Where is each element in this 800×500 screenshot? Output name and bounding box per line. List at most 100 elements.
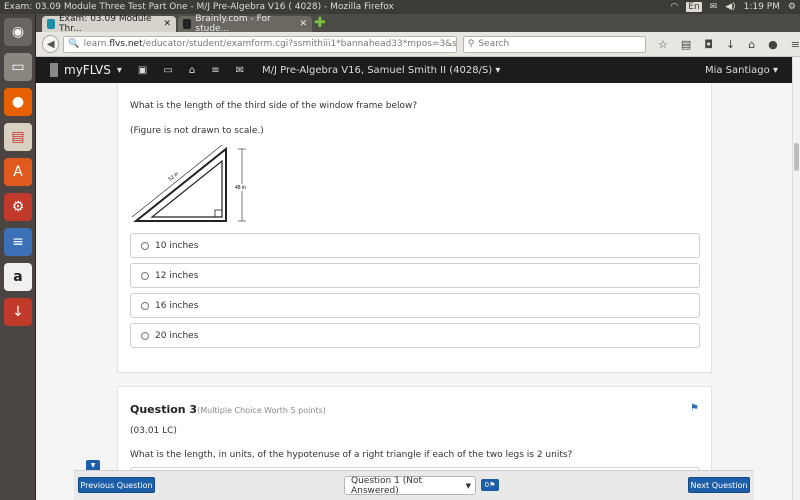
question-code: (03.01 LC) bbox=[130, 426, 177, 436]
radio-button[interactable] bbox=[141, 301, 149, 310]
url-path: /educator/student/examform.cgi?ssmithiii… bbox=[142, 39, 457, 49]
close-tab-icon[interactable]: ✕ bbox=[163, 19, 171, 29]
collapse-toggle-icon[interactable]: ▼ bbox=[86, 460, 100, 470]
question-select[interactable]: Question 1 (Not Answered) ▼ bbox=[344, 475, 476, 496]
back-button[interactable]: ◀ bbox=[42, 35, 60, 53]
course-title: M/J Pre-Algebra V16, Samuel Smith II (40… bbox=[261, 64, 493, 76]
next-question-button[interactable]: Next Question bbox=[688, 477, 750, 493]
close-tab-icon[interactable]: ✕ bbox=[299, 19, 307, 29]
search-placeholder: Search bbox=[478, 39, 510, 49]
mail-icon[interactable]: ✉ bbox=[236, 65, 244, 76]
question-navigation-bar: Previous Question Question 1 (Not Answer… bbox=[74, 470, 754, 500]
url-bar[interactable]: 🔍 learn. flvs.net/educator/student/examfo… bbox=[63, 35, 457, 53]
url-host: flvs.net bbox=[109, 39, 143, 49]
flagged-count-badge[interactable]: 0 ⚑ bbox=[481, 479, 499, 491]
question-prompt: What is the length of the third side of … bbox=[130, 101, 418, 111]
question-select-value: Question 1 (Not Answered) bbox=[351, 475, 422, 496]
page-scrollbar[interactable] bbox=[792, 57, 800, 500]
settings-icon[interactable]: ⚙ bbox=[788, 2, 796, 12]
home-icon[interactable]: ⌂ bbox=[748, 38, 755, 51]
home-icon[interactable]: ⌂ bbox=[189, 65, 195, 76]
option-label: 10 inches bbox=[155, 240, 199, 251]
scrollbar-thumb[interactable] bbox=[794, 143, 799, 171]
question-card: What is the length of the third side of … bbox=[117, 83, 712, 373]
user-menu[interactable]: Mia Santiago ▾ bbox=[705, 65, 778, 76]
dash-icon[interactable]: ◉ bbox=[4, 18, 32, 46]
bookmark-star-icon[interactable]: ☆ bbox=[658, 38, 668, 51]
system-top-bar: Exam: 03.09 Module Three Test Part One -… bbox=[0, 0, 800, 14]
writer-icon[interactable]: ≡ bbox=[4, 228, 32, 256]
browser-tab-bar: Exam: 03.09 Module Thr... ✕ Brainly.com … bbox=[36, 14, 800, 34]
flag-icon: ⚑ bbox=[489, 481, 496, 489]
chevron-down-icon: ▼ bbox=[465, 481, 471, 490]
briefcase-icon[interactable]: ▣ bbox=[138, 65, 147, 76]
question-worth: (Multiple Choice Worth 5 points) bbox=[197, 406, 326, 415]
chevron-down-icon: ▾ bbox=[116, 64, 122, 76]
answer-option[interactable]: 16 inches bbox=[130, 293, 700, 318]
question-prompt: What is the length, in units, of the hyp… bbox=[130, 450, 573, 460]
flvs-logo-icon bbox=[50, 63, 58, 77]
exam-content: What is the length of the third side of … bbox=[36, 83, 792, 500]
amazon-icon[interactable]: a bbox=[4, 263, 32, 291]
tab-exam[interactable]: Exam: 03.09 Module Thr... ✕ bbox=[42, 14, 176, 34]
brainly-favicon-icon bbox=[183, 19, 192, 29]
pocket-icon[interactable]: ◘ bbox=[704, 38, 713, 51]
chevron-down-icon: ▾ bbox=[495, 64, 501, 76]
downloads-icon[interactable]: ↓ bbox=[726, 38, 735, 51]
window-title: Exam: 03.09 Module Three Test Part One -… bbox=[4, 2, 394, 12]
question-heading: Question 3(Multiple Choice Worth 5 point… bbox=[130, 403, 326, 416]
url-prefix: learn. bbox=[83, 39, 110, 49]
flvs-favicon-icon bbox=[47, 19, 55, 29]
option-label: 12 inches bbox=[155, 270, 199, 281]
flvs-header: myFLVS ▾ ▣ ▭ ⌂ ≡ ✉ M/J Pre-Algebra V16, … bbox=[36, 57, 792, 83]
hello-chat-icon[interactable]: ● bbox=[768, 38, 778, 51]
mail-icon[interactable]: ✉ bbox=[710, 2, 718, 12]
files-icon[interactable]: ▭ bbox=[4, 53, 32, 81]
wifi-icon[interactable]: ◠ bbox=[670, 2, 678, 12]
identity-icon[interactable]: 🔍 bbox=[68, 39, 79, 49]
previous-question-button[interactable]: Previous Question bbox=[78, 477, 155, 493]
unity-launcher: ◉ ▭ ● ▤ A ⚙ ≡ a ↓ bbox=[0, 14, 36, 500]
radio-button[interactable] bbox=[141, 271, 149, 280]
flag-icon[interactable]: ⚑ bbox=[690, 403, 699, 414]
user-name: Mia Santiago bbox=[704, 64, 770, 76]
list-icon[interactable]: ≡ bbox=[211, 65, 219, 76]
search-icon: ⚲ bbox=[467, 39, 475, 49]
search-input[interactable]: ⚲ Search bbox=[462, 35, 646, 53]
option-label: 20 inches bbox=[155, 330, 199, 341]
clock[interactable]: 1:19 PM bbox=[744, 2, 780, 12]
myflvs-menu[interactable]: myFLVS ▾ bbox=[50, 63, 122, 77]
course-menu[interactable]: M/J Pre-Algebra V16, Samuel Smith II (40… bbox=[262, 65, 500, 76]
tab-label: Brainly.com - For stude... bbox=[195, 14, 271, 34]
keyboard-layout[interactable]: En bbox=[686, 2, 702, 12]
menu-icon[interactable]: ≡ bbox=[791, 38, 800, 51]
inbox-icon[interactable]: ▭ bbox=[163, 65, 172, 76]
radio-button[interactable] bbox=[141, 241, 149, 250]
new-tab-icon[interactable]: ✚ bbox=[314, 16, 326, 30]
tab-brainly[interactable]: Brainly.com - For stude... ✕ bbox=[178, 14, 312, 34]
inner-triangle bbox=[150, 159, 223, 218]
document-viewer-icon[interactable]: ▤ bbox=[4, 123, 32, 151]
answer-option[interactable]: 20 inches bbox=[130, 323, 700, 348]
browser-nav-bar: ◀ 🔍 learn. flvs.net/educator/student/exam… bbox=[36, 32, 800, 57]
logo-text: myFLVS bbox=[64, 63, 111, 77]
firefox-icon[interactable]: ● bbox=[4, 88, 32, 116]
figure-note: (Figure is not drawn to scale.) bbox=[130, 126, 264, 136]
download-icon[interactable]: ↓ bbox=[4, 298, 32, 326]
option-label: 16 inches bbox=[155, 300, 199, 311]
question-number: Question 3 bbox=[130, 403, 198, 416]
hyp-label: 52 in bbox=[168, 171, 180, 183]
bookmarks-menu-icon[interactable]: ▤ bbox=[681, 38, 691, 51]
system-tray: ◠ En ✉ ◀) 1:19 PM ⚙ bbox=[670, 2, 796, 12]
system-settings-icon[interactable]: ⚙ bbox=[4, 193, 32, 221]
triangle-diagram: 52 in 48 in bbox=[131, 144, 250, 222]
window-frame-figure: 52 in 48 in bbox=[130, 139, 256, 225]
chevron-down-icon: ▾ bbox=[772, 64, 778, 76]
software-center-icon[interactable]: A bbox=[4, 158, 32, 186]
radio-button[interactable] bbox=[141, 331, 149, 340]
answer-option[interactable]: 12 inches bbox=[130, 263, 700, 288]
answer-option[interactable]: 10 inches bbox=[130, 233, 700, 258]
side-label: 48 in bbox=[235, 185, 246, 191]
tab-label: Exam: 03.09 Module Thr... bbox=[59, 14, 152, 34]
volume-icon[interactable]: ◀) bbox=[725, 2, 735, 12]
